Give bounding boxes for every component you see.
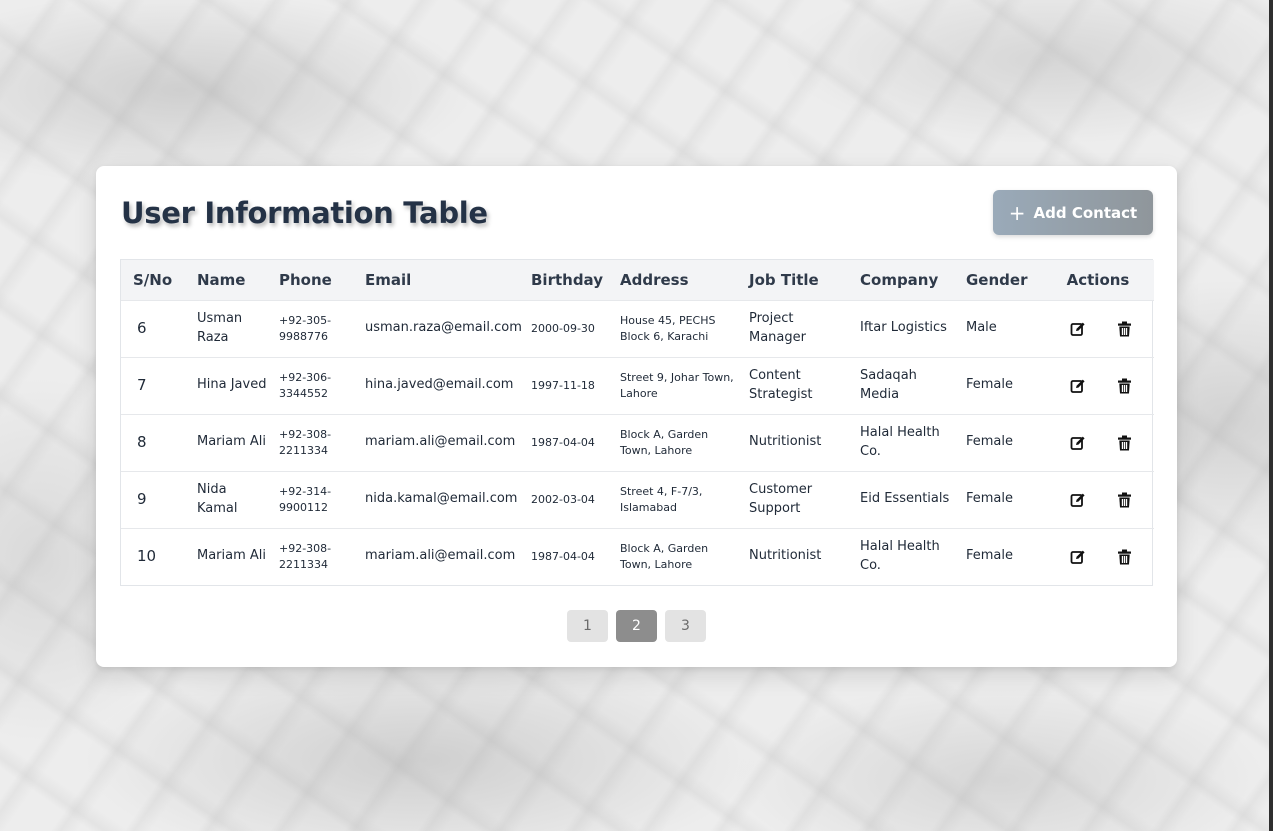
edit-icon[interactable] [1067, 546, 1089, 568]
cell-sno: 8 [137, 432, 147, 451]
table-row: 6 Usman Raza +92-305-9988776 usman.raza@… [121, 300, 1154, 357]
cell-sno: 7 [137, 375, 147, 394]
column-header-gender: Gender [966, 270, 1028, 289]
page-title: User Information Table [121, 196, 488, 230]
column-header-birthday: Birthday [531, 270, 603, 289]
column-header-address: Address [620, 270, 689, 289]
cell-name: Mariam Ali [197, 434, 267, 450]
add-contact-button[interactable]: + Add Contact [993, 190, 1153, 235]
cell-job-title: Content Strategist [749, 367, 813, 402]
column-header-company: Company [860, 270, 939, 289]
cell-gender: Female [966, 377, 1014, 393]
cell-job-title: Nutritionist [749, 434, 822, 450]
cell-job-title: Project Manager [749, 310, 806, 345]
cell-gender: Female [966, 491, 1014, 507]
cell-phone: +92-306-3344552 [279, 370, 332, 400]
table-row: 8 Mariam Ali +92-308-2211334 mariam.ali@… [121, 414, 1154, 471]
cell-birthday: 1987-04-04 [531, 435, 595, 449]
cell-name: Usman Raza [197, 310, 243, 345]
cell-actions [1042, 528, 1154, 585]
window-edge [1269, 0, 1273, 831]
cell-sno: 9 [137, 489, 147, 508]
cell-address: Street 4, F-7/3, Islamabad [620, 484, 703, 514]
trash-icon[interactable] [1114, 546, 1136, 568]
add-contact-label: Add Contact [1033, 203, 1138, 222]
cell-address: Street 9, Johar Town, Lahore [620, 370, 734, 400]
cell-company: Halal Health Co. [860, 424, 940, 459]
column-header-job-title: Job Title [749, 270, 819, 289]
cell-company: Sadaqah Media [860, 367, 917, 402]
cell-name: Hina Javed [197, 377, 267, 393]
cell-birthday: 1997-11-18 [531, 378, 595, 392]
table-row: 7 Hina Javed +92-306-3344552 hina.javed@… [121, 357, 1154, 414]
pagination: 1 2 3 [567, 610, 706, 642]
edit-icon[interactable] [1067, 375, 1089, 397]
cell-email: nida.kamal@email.com [365, 491, 518, 507]
column-header-name: Name [197, 270, 246, 289]
trash-icon[interactable] [1114, 489, 1136, 511]
cell-company: Halal Health Co. [860, 538, 940, 573]
cell-email: hina.javed@email.com [365, 377, 514, 393]
column-header-actions: Actions [1066, 270, 1130, 289]
cell-address: House 45, PECHS Block 6, Karachi [620, 313, 716, 343]
cell-actions [1042, 357, 1154, 414]
trash-icon[interactable] [1114, 318, 1136, 340]
cell-job-title: Nutritionist [749, 548, 822, 564]
edit-icon[interactable] [1067, 432, 1089, 454]
page-button-3[interactable]: 3 [665, 610, 706, 642]
cell-gender: Female [966, 434, 1014, 450]
cell-birthday: 2002-03-04 [531, 492, 595, 506]
column-header-sno: S/No [133, 270, 173, 289]
cell-email: usman.raza@email.com [365, 320, 522, 336]
trash-icon[interactable] [1114, 432, 1136, 454]
cell-phone: +92-308-2211334 [279, 427, 332, 457]
cell-gender: Male [966, 320, 997, 336]
table-header-row: S/No Name Phone Email Birthday Address J… [121, 260, 1154, 300]
cell-actions [1042, 300, 1154, 357]
cell-company: Eid Essentials [860, 491, 950, 507]
user-table: S/No Name Phone Email Birthday Address J… [120, 259, 1154, 586]
cell-address: Block A, Garden Town, Lahore [620, 427, 709, 457]
cell-job-title: Customer Support [749, 481, 813, 516]
column-header-email: Email [365, 270, 412, 289]
cell-email: mariam.ali@email.com [365, 434, 516, 450]
trash-icon[interactable] [1114, 375, 1136, 397]
cell-phone: +92-314-9900112 [279, 484, 332, 514]
cell-company: Iftar Logistics [860, 320, 947, 336]
edit-icon[interactable] [1067, 489, 1089, 511]
cell-actions [1042, 471, 1154, 528]
cell-birthday: 1987-04-04 [531, 549, 595, 563]
cell-birthday: 2000-09-30 [531, 321, 595, 335]
cell-sno: 10 [137, 546, 157, 565]
edit-icon[interactable] [1067, 318, 1089, 340]
table-row: 9 Nida Kamal +92-314-9900112 nida.kamal@… [121, 471, 1154, 528]
user-table-card: User Information Table + Add Contact S/N… [96, 166, 1177, 667]
page-button-2[interactable]: 2 [616, 610, 657, 642]
cell-name: Nida Kamal [197, 481, 238, 516]
cell-name: Mariam Ali [197, 548, 267, 564]
cell-sno: 6 [137, 318, 147, 337]
column-header-phone: Phone [279, 270, 332, 289]
cell-phone: +92-308-2211334 [279, 541, 332, 571]
cell-address: Block A, Garden Town, Lahore [620, 541, 709, 571]
cell-gender: Female [966, 548, 1014, 564]
page-button-1[interactable]: 1 [567, 610, 608, 642]
cell-actions [1042, 414, 1154, 471]
table-row: 10 Mariam Ali +92-308-2211334 mariam.ali… [121, 528, 1154, 585]
cell-phone: +92-305-9988776 [279, 313, 332, 343]
cell-email: mariam.ali@email.com [365, 548, 516, 564]
plus-icon: + [1008, 200, 1026, 225]
